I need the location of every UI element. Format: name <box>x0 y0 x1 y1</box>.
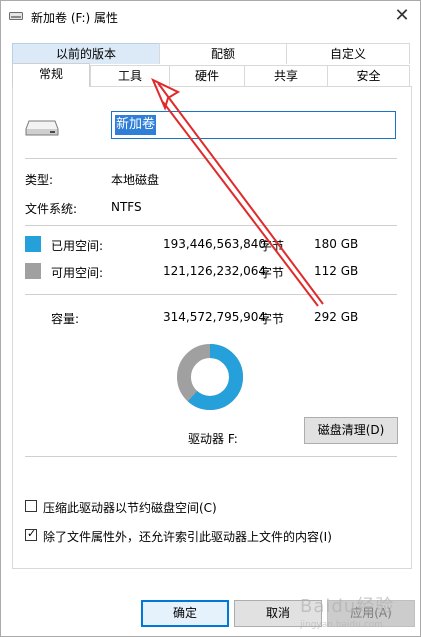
capacity-bytes: 314,572,795,904 <box>163 310 267 324</box>
checkmark-icon: ✓ <box>27 527 37 540</box>
close-icon: ✕ <box>394 5 410 26</box>
tab-hardware[interactable]: 硬件 <box>169 65 245 86</box>
divider <box>25 225 397 226</box>
used-space-swatch <box>25 236 41 252</box>
capacity-unit: 字节 <box>260 312 285 326</box>
free-space-unit: 字节 <box>260 266 285 280</box>
tab-sharing[interactable]: 共享 <box>244 65 328 86</box>
index-checkbox[interactable]: ✓ <box>25 527 37 541</box>
tab-tools[interactable]: 工具 <box>90 65 170 86</box>
ok-button[interactable]: 确定 <box>141 600 229 627</box>
drive-app-icon <box>9 12 23 20</box>
type-value: 本地磁盘 <box>111 173 160 187</box>
drive-letter-label: 驱动器 F: <box>188 432 238 446</box>
tab-quota[interactable]: 配额 <box>159 43 287 64</box>
divider <box>25 456 397 457</box>
tab-previous-versions[interactable]: 以前的版本 <box>12 43 160 64</box>
free-space-swatch <box>25 263 41 279</box>
window-title: 新加卷 (F:) 属性 <box>31 11 119 25</box>
index-checkbox-label[interactable]: 除了文件属性外，还允许索引此驱动器上文件的内容(I) <box>43 528 332 545</box>
volume-name-input[interactable]: 新加卷 <box>111 111 396 139</box>
type-label: 类型: <box>25 173 54 187</box>
close-button[interactable]: ✕ <box>390 5 414 27</box>
capacity-label: 容量: <box>51 312 80 326</box>
capacity-gb: 292 GB <box>314 310 359 324</box>
title-bar: 新加卷 (F:) 属性 ✕ <box>1 1 420 33</box>
used-space-gb: 180 GB <box>314 237 359 251</box>
compress-checkbox[interactable] <box>25 500 37 512</box>
compress-checkbox-label[interactable]: 压缩此驱动器以节约磁盘空间(C) <box>43 499 217 516</box>
used-space-label: 已用空间: <box>51 239 104 253</box>
filesystem-label: 文件系统: <box>25 202 78 216</box>
watermark-url: jingyan.baidu.com <box>300 620 384 630</box>
free-space-bytes: 121,126,232,064 <box>163 264 267 278</box>
disk-cleanup-button[interactable]: 磁盘清理(D) <box>304 417 398 444</box>
tab-customize[interactable]: 自定义 <box>286 43 410 64</box>
filesystem-value: NTFS <box>111 200 142 214</box>
tab-security[interactable]: 安全 <box>327 65 410 86</box>
watermark-logo: Baidu经验 <box>300 596 395 617</box>
usage-donut-chart <box>177 344 243 410</box>
tab-general[interactable]: 常规 <box>12 63 90 87</box>
used-space-bytes: 193,446,563,840 <box>163 237 267 251</box>
properties-window: 新加卷 (F:) 属性 ✕ 以前的版本 配额 自定义 常规 工具 硬件 共享 安… <box>0 0 421 637</box>
drive-icon <box>25 120 59 136</box>
free-space-gb: 112 GB <box>314 264 359 278</box>
divider <box>25 294 397 295</box>
free-space-label: 可用空间: <box>51 266 104 280</box>
divider <box>25 158 397 159</box>
used-space-unit: 字节 <box>260 239 285 253</box>
